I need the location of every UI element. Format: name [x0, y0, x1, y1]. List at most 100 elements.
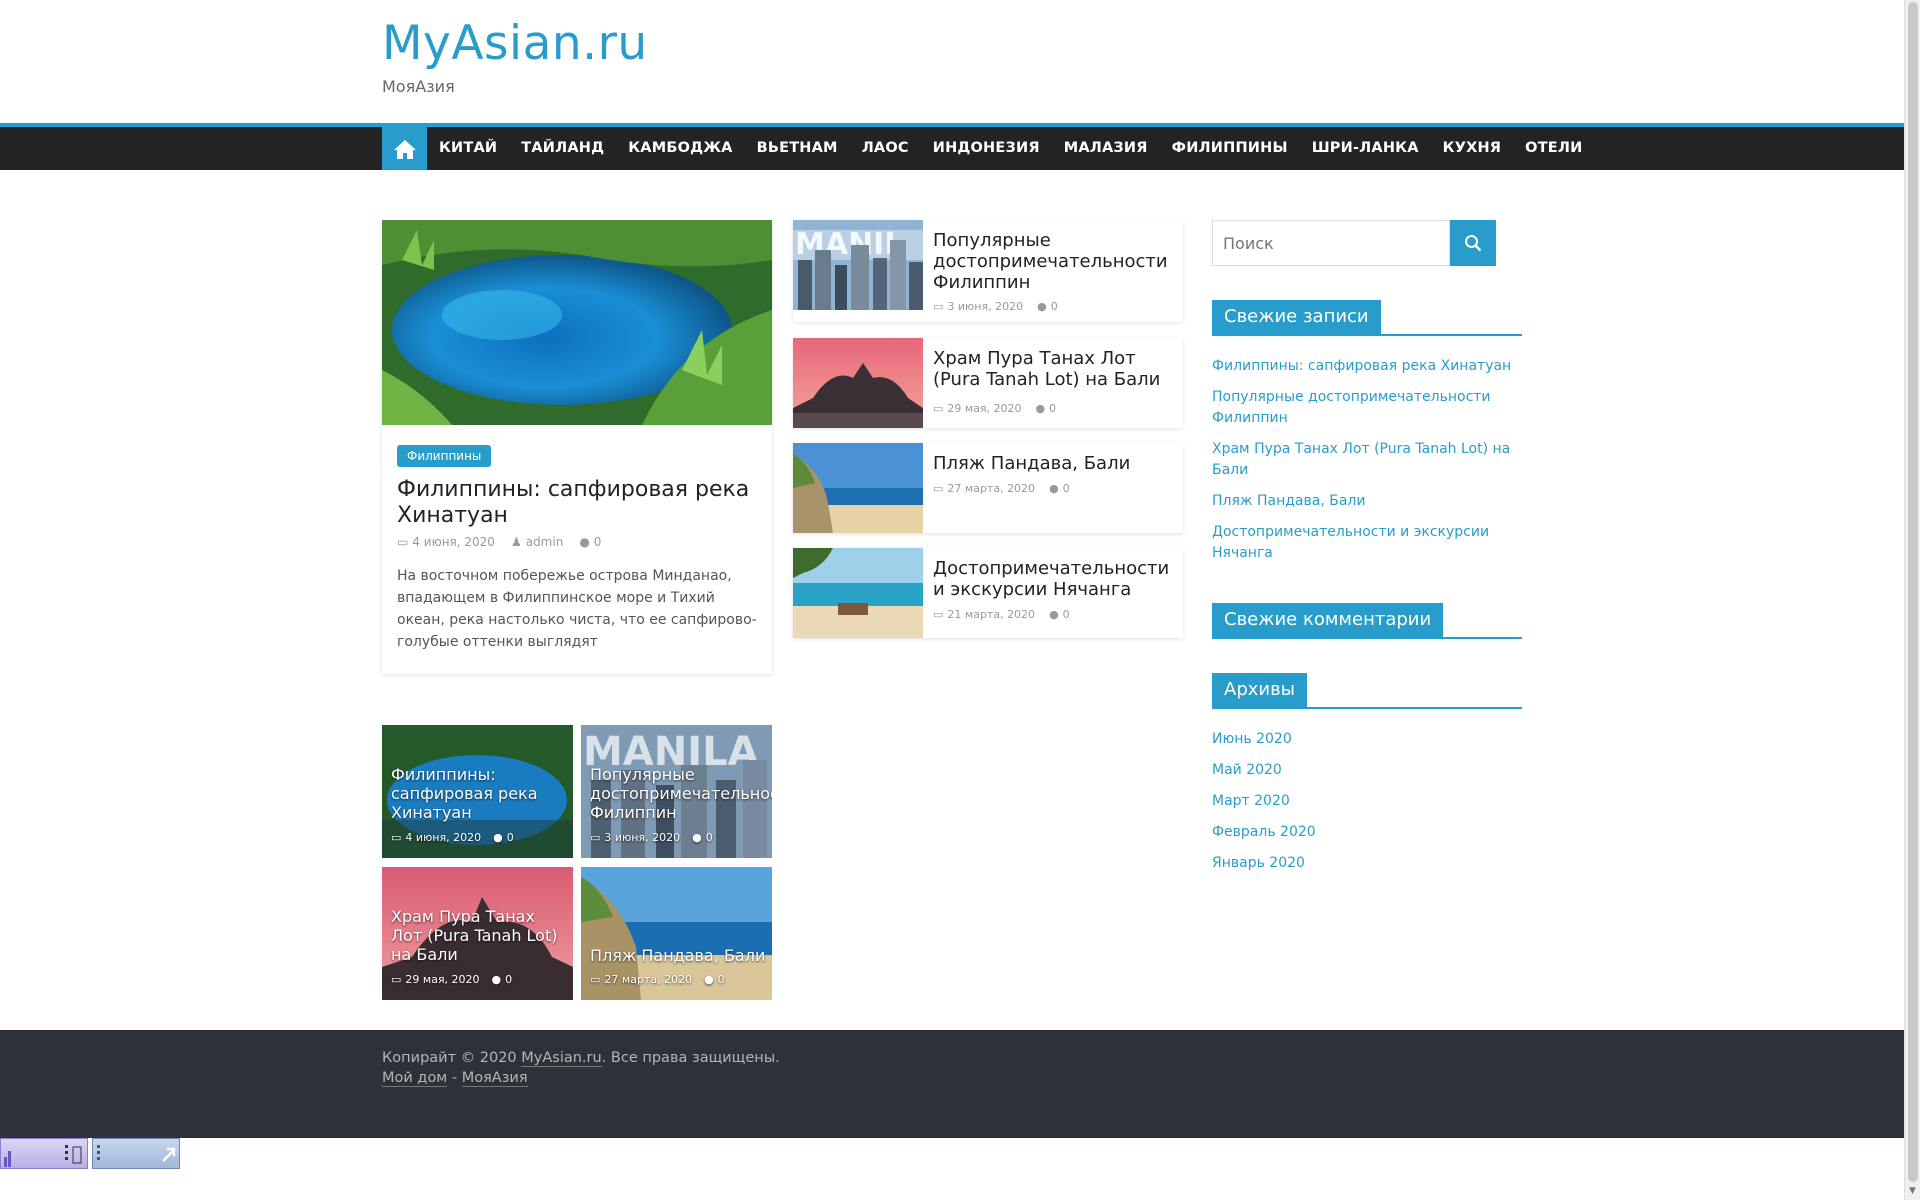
side-post-image[interactable] [793, 443, 923, 533]
footer-links: Мой дом - МояАзия [382, 1070, 528, 1087]
grid-post[interactable]: Пляж Пандава, Бали ▭ 27 марта, 2020 ● 0 [581, 867, 772, 1000]
vertical-scrollbar[interactable]: ▼ [1904, 0, 1920, 1200]
footer-home-link[interactable]: Мой дом [382, 1070, 448, 1087]
grid-post[interactable]: Храм Пура Танах Лот (Pura Tanah Lot) на … [382, 867, 573, 1000]
recent-comments-title: Свежие комментарии [1212, 603, 1444, 637]
metrika-counter[interactable] [92, 1138, 180, 1169]
side-post-title[interactable]: Достопримечательности и экскурсии Нячанг… [933, 558, 1173, 600]
comment-count[interactable]: 0 [1051, 300, 1058, 313]
side-post-title[interactable]: Пляж Пандава, Бали [933, 453, 1173, 474]
user-icon: ♟ [510, 535, 522, 549]
featured-post-title[interactable]: Филиппины: сапфировая река Хинатуан [397, 477, 757, 529]
calendar-icon: ▭ [933, 482, 944, 495]
side-post: Достопримечательности и экскурсии Нячанг… [793, 548, 1183, 638]
nav-menu: КИТАЙ ТАЙЛАНД КАМБОДЖА ВЬЕТНАМ ЛАОС ИНДО… [427, 127, 1594, 170]
rights-text: . Все права защищены. [601, 1050, 780, 1066]
featured-post: Филиппины Филиппины: сапфировая река Хин… [382, 220, 772, 674]
nav-item-china[interactable]: КИТАЙ [427, 127, 509, 170]
grid-post-meta: ▭ 29 мая, 2020 ● 0 [391, 973, 512, 986]
calendar-icon: ▭ [590, 973, 601, 986]
featured-post-meta: ▭ 4 июня, 2020 ♟ admin ● 0 [397, 535, 601, 549]
site-description: МояАзия [382, 77, 455, 96]
featured-post-image[interactable] [382, 220, 772, 425]
side-post-image[interactable] [793, 338, 923, 428]
archive-link[interactable]: Январь 2020 [1212, 853, 1512, 874]
category-badge[interactable]: Филиппины [397, 445, 492, 467]
comment-icon: ● [579, 535, 590, 549]
side-post-image[interactable] [793, 548, 923, 638]
comment-count: 0 [506, 831, 514, 844]
recent-post-link[interactable]: Популярные достопримечательности Филиппи… [1212, 387, 1512, 429]
nav-item-cambodia[interactable]: КАМБОДЖА [616, 127, 744, 170]
nav-item-sri-lanka[interactable]: ШРИ-ЛАНКА [1300, 127, 1431, 170]
comment-icon: ● [1049, 482, 1059, 495]
side-post-image[interactable]: MANIL [793, 220, 923, 310]
recent-post-link[interactable]: Филиппины: сапфировая река Хинатуан [1212, 356, 1512, 377]
scroll-down-arrow-icon[interactable]: ▼ [1909, 1186, 1916, 1196]
grid-post-meta: ▭ 3 июня, 2020 ● 0 [590, 831, 713, 844]
comment-count[interactable]: 0 [1049, 402, 1056, 415]
search-input[interactable] [1212, 220, 1450, 266]
post-date[interactable]: 21 марта, 2020 [947, 608, 1035, 621]
search-icon [1465, 235, 1482, 252]
scrollbar-thumb[interactable] [1908, 2, 1918, 1182]
home-icon [393, 139, 416, 159]
calendar-icon: ▭ [590, 831, 601, 844]
calendar-icon: ▭ [933, 402, 944, 415]
grid-post-meta: ▭ 27 марта, 2020 ● 0 [590, 973, 725, 986]
recent-posts-heading: Свежие записи [1212, 300, 1522, 336]
comment-icon: ● [1037, 300, 1047, 313]
site-title[interactable]: MyAsian.ru [382, 16, 648, 71]
post-date[interactable]: 27 марта, 2020 [947, 482, 1035, 495]
post-date[interactable]: 29 мая, 2020 [947, 402, 1021, 415]
calendar-icon: ▭ [933, 300, 944, 313]
grid-post[interactable]: MANILA Популярные достопримечательности … [581, 725, 772, 858]
footer-site-link[interactable]: MyAsian.ru [521, 1050, 602, 1067]
copyright-text: Копирайт © 2020 [382, 1050, 517, 1066]
side-post-meta: ▭ 29 мая, 2020 ● 0 [933, 402, 1056, 415]
archive-link[interactable]: Май 2020 [1212, 760, 1512, 781]
comment-count[interactable]: 0 [1063, 482, 1070, 495]
nav-item-laos[interactable]: ЛАОС [850, 127, 921, 170]
grid-post-title[interactable]: Филиппины: сапфировая река Хинатуан [391, 765, 569, 822]
nav-item-cuisine[interactable]: КУХНЯ [1431, 127, 1514, 170]
grid-post-title[interactable]: Пляж Пандава, Бали [590, 946, 768, 965]
recent-post-link[interactable]: Пляж Пандава, Бали [1212, 491, 1512, 512]
archive-link[interactable]: Март 2020 [1212, 791, 1512, 812]
nav-item-vietnam[interactable]: ВЬЕТНАМ [745, 127, 850, 170]
comment-icon: ● [1035, 402, 1046, 415]
nav-item-indonesia[interactable]: ИНДОНЕЗИЯ [921, 127, 1052, 170]
recent-post-link[interactable]: Достопримечательности и экскурсии Нячанг… [1212, 522, 1512, 564]
home-button[interactable] [382, 127, 427, 170]
featured-post-excerpt: На восточном побережье острова Минданао,… [397, 568, 757, 650]
calendar-icon: ▭ [391, 831, 402, 844]
grid-post-meta: ▭ 4 июня, 2020 ● 0 [391, 831, 514, 844]
nav-item-philippines[interactable]: ФИЛИППИНЫ [1160, 127, 1300, 170]
footer-tagline-link[interactable]: МояАзия [461, 1070, 528, 1087]
nav-item-hotels[interactable]: ОТЕЛИ [1513, 127, 1594, 170]
comment-count: 0 [505, 973, 513, 986]
grid-post[interactable]: Филиппины: сапфировая река Хинатуан ▭ 4 и… [382, 725, 573, 858]
comment-count[interactable]: 0 [594, 535, 602, 549]
comment-count: 0 [705, 831, 713, 844]
grid-post-title[interactable]: Популярные достопримечательности Филиппи… [590, 765, 772, 822]
post-date[interactable]: 3 июня, 2020 [947, 300, 1023, 313]
nav-item-thailand[interactable]: ТАЙЛАНД [509, 127, 616, 170]
side-post-title[interactable]: Популярные достопримечательности Филиппи… [933, 230, 1173, 293]
grid-post-title[interactable]: Храм Пура Танах Лот (Pura Tanah Lot) на … [391, 907, 569, 964]
side-post-title[interactable]: Храм Пура Танах Лот (Pura Tanah Lot) на … [933, 348, 1173, 390]
search-button[interactable] [1450, 220, 1496, 266]
comment-count[interactable]: 0 [1063, 608, 1070, 621]
side-post-meta: ▭ 3 июня, 2020 ● 0 [933, 300, 1058, 313]
archive-link[interactable]: Июнь 2020 [1212, 729, 1512, 750]
side-post: Пляж Пандава, Бали ▭ 27 марта, 2020 ● 0 [793, 443, 1183, 533]
post-author[interactable]: admin [526, 535, 564, 549]
nav-item-malaysia[interactable]: МАЛАЗИЯ [1052, 127, 1160, 170]
post-date: 3 июня, 2020 [604, 831, 681, 844]
liveinternet-counter[interactable] [0, 1138, 88, 1169]
recent-post-link[interactable]: Храм Пура Танах Лот (Pura Tanah Lot) на … [1212, 439, 1512, 481]
archive-link[interactable]: Февраль 2020 [1212, 822, 1512, 843]
recent-comments-heading: Свежие комментарии [1212, 603, 1522, 639]
footer-copyright: Копирайт © 2020 MyAsian.ru. Все права за… [382, 1050, 780, 1067]
post-date[interactable]: 4 июня, 2020 [412, 535, 495, 549]
